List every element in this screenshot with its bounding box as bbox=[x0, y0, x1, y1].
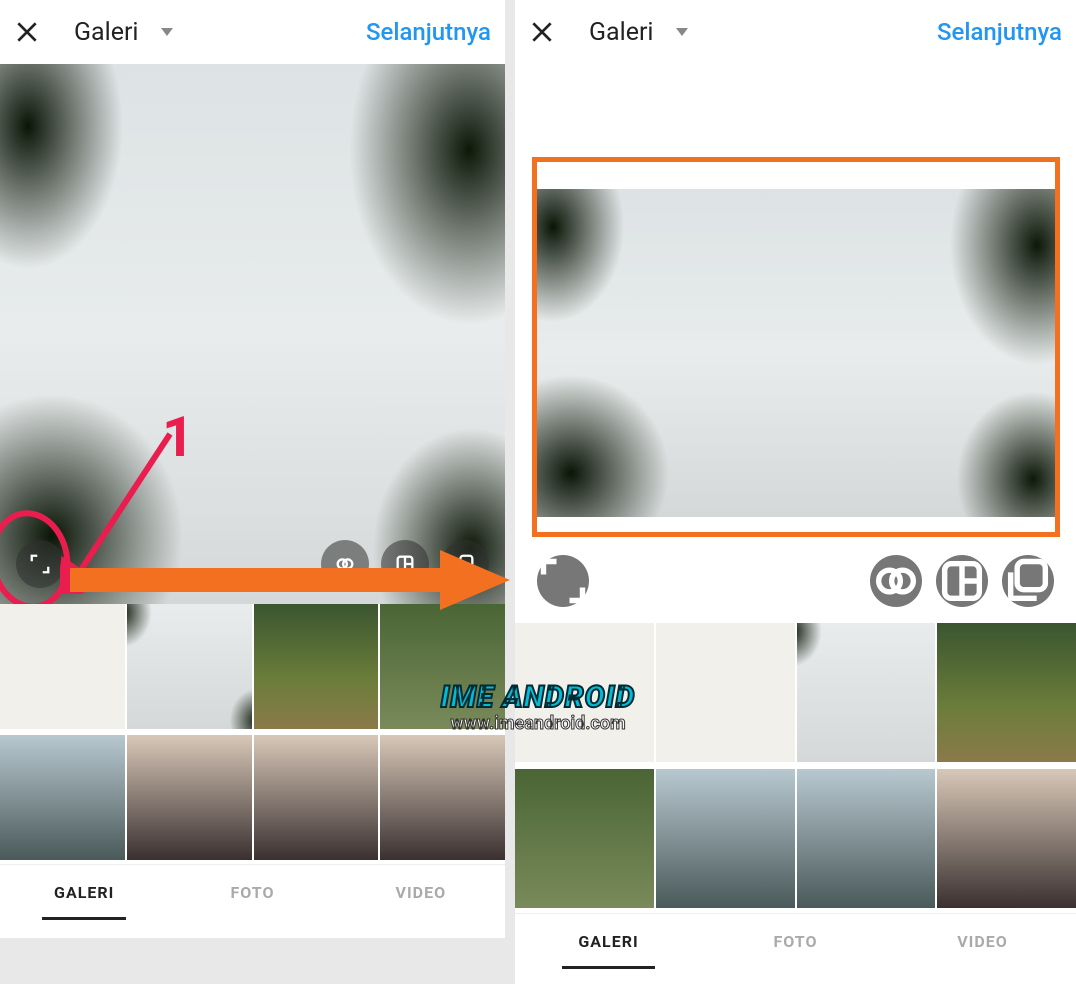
next-button[interactable]: Selanjutnya bbox=[937, 18, 1062, 46]
gallery-dropdown[interactable]: Galeri bbox=[74, 18, 173, 47]
preview-tools bbox=[515, 537, 1076, 607]
layout-button[interactable] bbox=[381, 540, 429, 588]
bottom-tabs: GALERI FOTO VIDEO bbox=[0, 864, 505, 920]
multi-select-button[interactable] bbox=[1002, 555, 1054, 607]
topbar: Galeri Selanjutnya bbox=[0, 0, 505, 64]
boomerang-button[interactable] bbox=[870, 555, 922, 607]
tab-photo[interactable]: FOTO bbox=[168, 865, 336, 920]
image-preview[interactable]: 1 bbox=[0, 64, 505, 604]
thumbnail[interactable] bbox=[127, 604, 252, 729]
close-icon[interactable] bbox=[14, 19, 40, 45]
tab-photo[interactable]: FOTO bbox=[702, 914, 889, 969]
chevron-down-icon bbox=[676, 28, 688, 36]
thumbnail[interactable] bbox=[254, 604, 379, 729]
topbar-title: Galeri bbox=[74, 18, 139, 47]
next-button[interactable]: Selanjutnya bbox=[366, 18, 491, 46]
preview-tools bbox=[321, 540, 489, 588]
thumbnail[interactable] bbox=[797, 623, 936, 762]
phone-screen-left: Galeri Selanjutnya 1 bbox=[0, 0, 505, 938]
multi-select-button[interactable] bbox=[441, 540, 489, 588]
tab-gallery[interactable]: GALERI bbox=[0, 865, 168, 920]
thumbnail[interactable] bbox=[380, 604, 505, 729]
thumbnail[interactable] bbox=[515, 769, 654, 908]
preview-photo bbox=[0, 64, 505, 604]
thumbnail[interactable] bbox=[656, 623, 795, 762]
thumbnail[interactable] bbox=[937, 623, 1076, 762]
thumbnail[interactable] bbox=[797, 769, 936, 908]
thumbnail[interactable] bbox=[254, 735, 379, 860]
tab-video[interactable]: VIDEO bbox=[337, 865, 505, 920]
thumbnail[interactable] bbox=[656, 769, 795, 908]
thumbnail[interactable] bbox=[515, 623, 654, 762]
thumbnail[interactable] bbox=[937, 769, 1076, 908]
layout-button[interactable] bbox=[936, 555, 988, 607]
thumbnail-grid bbox=[0, 604, 505, 864]
image-preview[interactable] bbox=[515, 64, 1076, 619]
crop-frame-highlight bbox=[532, 157, 1060, 537]
expand-crop-button[interactable] bbox=[537, 555, 589, 607]
thumbnail[interactable] bbox=[0, 604, 125, 729]
close-icon[interactable] bbox=[529, 19, 555, 45]
tab-gallery[interactable]: GALERI bbox=[515, 914, 702, 969]
phone-screen-right: Galeri Selanjutnya bbox=[515, 0, 1076, 984]
thumbnail[interactable] bbox=[0, 735, 125, 860]
topbar: Galeri Selanjutnya bbox=[515, 0, 1076, 64]
thumbnail-grid bbox=[515, 623, 1076, 913]
boomerang-button[interactable] bbox=[321, 540, 369, 588]
preview-photo bbox=[537, 189, 1055, 517]
bottom-tabs: GALERI FOTO VIDEO bbox=[515, 913, 1076, 969]
gallery-dropdown[interactable]: Galeri bbox=[589, 18, 688, 47]
thumbnail[interactable] bbox=[127, 735, 252, 860]
tab-video[interactable]: VIDEO bbox=[889, 914, 1076, 969]
chevron-down-icon bbox=[161, 28, 173, 36]
thumbnail[interactable] bbox=[380, 735, 505, 860]
expand-crop-button[interactable] bbox=[16, 540, 64, 588]
topbar-title: Galeri bbox=[589, 18, 654, 47]
